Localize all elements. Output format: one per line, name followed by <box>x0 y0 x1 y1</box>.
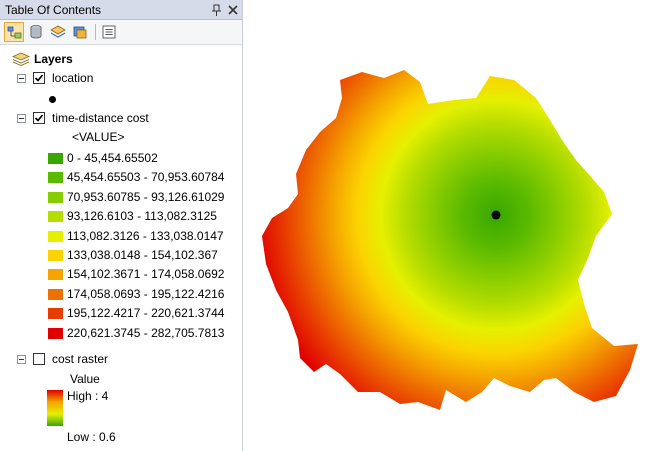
toolbar-separator <box>95 24 96 40</box>
cost-raster-layer-label[interactable]: cost raster <box>52 350 108 368</box>
class-swatch <box>48 153 63 164</box>
class-swatch <box>48 230 63 242</box>
low-value-label: Low : 0.6 <box>67 430 116 444</box>
cost-distance-raster-map <box>262 70 638 410</box>
list-by-drawing-order-button[interactable] <box>4 22 24 42</box>
map-display[interactable] <box>244 0 646 451</box>
layers-stack-icon <box>12 52 30 66</box>
class-swatch <box>48 308 63 320</box>
point-symbol-icon <box>49 96 56 103</box>
location-point-marker[interactable] <box>491 210 501 220</box>
list-by-drawing-order-icon <box>7 26 22 39</box>
class-swatch <box>48 172 63 184</box>
time-distance-cost-collapse-toggle[interactable] <box>17 114 26 123</box>
class-label: 133,038.0148 - 154,102.367 <box>67 248 218 262</box>
study-area-raster <box>262 70 638 410</box>
panel-title: Table Of Contents <box>5 3 102 17</box>
time-distance-cost-visibility-checkbox[interactable] <box>33 112 45 124</box>
list-by-selection-icon <box>73 26 87 39</box>
class-label: 174,058.0693 - 195,122.4216 <box>67 286 225 301</box>
class-label: 0 - 45,454.65502 <box>67 151 158 165</box>
checkmark-icon <box>34 74 44 82</box>
options-button[interactable] <box>99 22 119 42</box>
location-layer-label[interactable]: location <box>52 69 93 87</box>
cost-raster-collapse-toggle[interactable] <box>17 355 26 364</box>
high-value-label: High : 4 <box>67 389 109 403</box>
checkmark-icon <box>34 114 44 122</box>
list-by-visibility-icon <box>50 25 66 38</box>
list-by-source-button[interactable] <box>26 22 46 42</box>
class-label: 93,126.6103 - 113,082.3125 <box>67 209 217 224</box>
class-swatch <box>48 250 63 261</box>
class-label: 220,621.3745 - 282,705.7813 <box>67 325 225 340</box>
class-swatch <box>48 327 63 339</box>
class-swatch <box>48 191 63 203</box>
color-ramp-swatch <box>47 390 63 426</box>
list-by-selection-button[interactable] <box>70 22 90 42</box>
location-collapse-toggle[interactable] <box>17 74 26 83</box>
location-visibility-checkbox[interactable] <box>33 72 45 84</box>
pin-icon[interactable] <box>209 3 223 17</box>
value-heading: Value <box>70 372 100 386</box>
list-by-visibility-button[interactable] <box>48 22 68 42</box>
toc-toolbar <box>0 20 242 45</box>
field-heading: <VALUE> <box>72 130 125 144</box>
class-label: 45,454.65503 - 70,953.60784 <box>67 170 225 185</box>
class-label: 154,102.3671 - 174,058.0692 <box>67 267 225 282</box>
list-by-source-icon <box>30 25 42 39</box>
close-icon[interactable] <box>226 3 240 17</box>
panel-title-bar: Table Of Contents <box>0 0 242 20</box>
options-icon <box>102 25 116 39</box>
class-label: 113,082.3126 - 133,038.0147 <box>67 228 224 243</box>
class-label: 70,953.60785 - 93,126.61029 <box>67 189 225 204</box>
time-distance-cost-layer-label[interactable]: time-distance cost <box>52 109 149 127</box>
class-swatch <box>48 269 63 281</box>
class-swatch <box>48 288 63 300</box>
class-swatch <box>48 211 63 223</box>
layers-group-label: Layers <box>34 52 73 66</box>
table-of-contents-panel: Table Of Contents Layers location time-d… <box>0 0 243 451</box>
class-label: 195,122.4217 - 220,621.3744 <box>67 306 225 321</box>
cost-raster-visibility-checkbox[interactable] <box>33 353 45 365</box>
